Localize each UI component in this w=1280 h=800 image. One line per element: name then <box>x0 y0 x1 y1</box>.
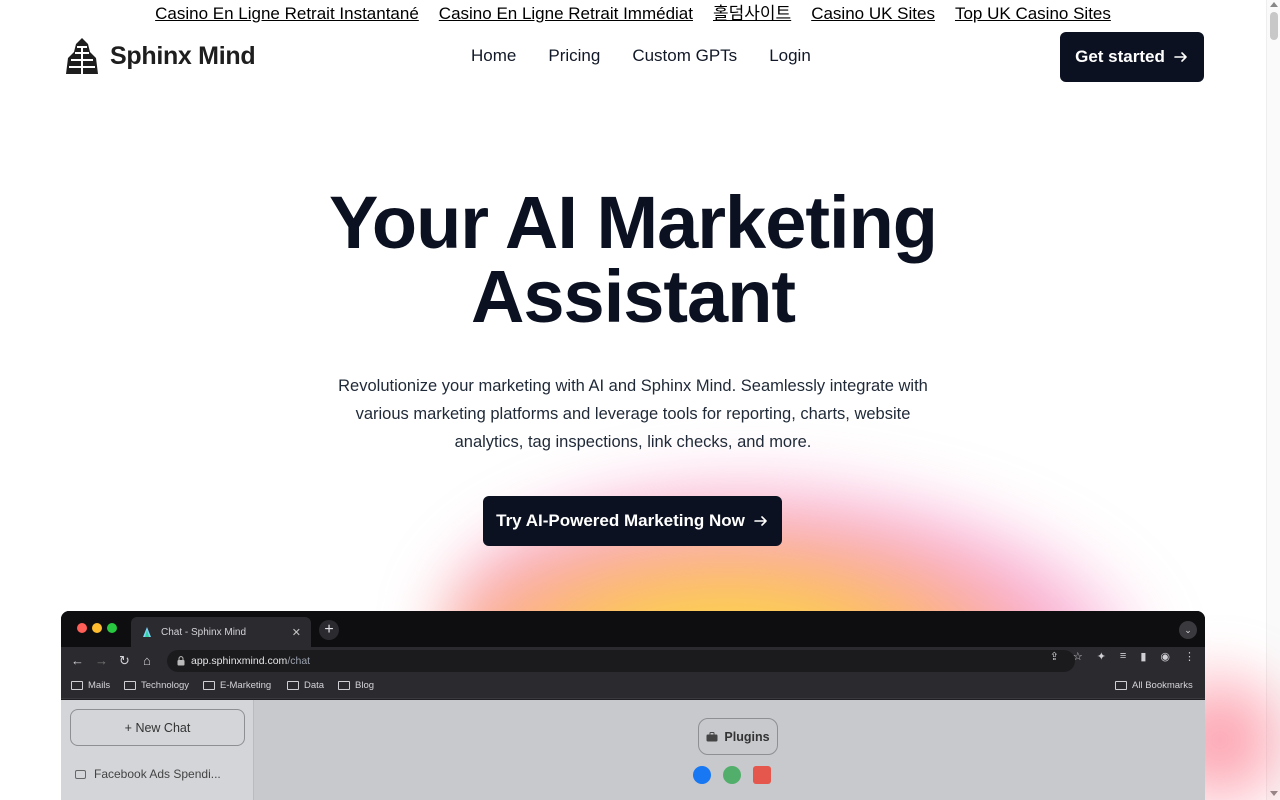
url-text: app.sphinxmind.com/chat <box>191 655 310 667</box>
hero-subtitle: Revolutionize your marketing with AI and… <box>338 377 928 451</box>
chevron-down-icon: ⌄ <box>1179 621 1197 639</box>
hero-title-line1: Your AI Marketing <box>329 181 938 264</box>
get-started-button[interactable]: Get started <box>1060 32 1204 82</box>
arrow-right-icon <box>754 516 767 526</box>
scrollbar-thumb[interactable] <box>1270 12 1278 40</box>
share-icon: ⇪ <box>1049 651 1059 663</box>
arrow-right-icon <box>1174 52 1187 62</box>
top-link[interactable]: Casino En Ligne Retrait Instantané <box>155 0 419 28</box>
bookmark-label: Data <box>304 680 325 691</box>
folder-icon <box>71 681 83 690</box>
top-link[interactable]: Top UK Casino Sites <box>955 0 1111 28</box>
lock-icon <box>177 656 185 666</box>
window-close-dot <box>77 623 87 633</box>
folder-icon <box>338 681 350 690</box>
bookmarks-bar: Mails Technology E-Marketing Data Blog A… <box>61 675 1205 699</box>
sphinx-favicon-icon <box>143 627 151 637</box>
url-path: /chat <box>287 655 311 667</box>
nav-item-login[interactable]: Login <box>769 46 811 66</box>
product-screenshot: Chat - Sphinx Mind ✕ + ⌄ ← → ↻ ⌂ app.sph… <box>61 611 1205 800</box>
new-chat-button: + New Chat <box>70 709 245 746</box>
folder-icon <box>203 681 215 690</box>
home-icon: ⌂ <box>143 653 151 668</box>
plugins-label: Plugins <box>724 729 770 744</box>
bookmark-label: E-Marketing <box>220 680 272 691</box>
nav-item-home[interactable]: Home <box>471 46 516 66</box>
chat-history-item: Facebook Ads Spendi... <box>75 767 221 781</box>
profile-avatar-icon: ◉ <box>1160 651 1170 663</box>
bookmark-folder: E-Marketing <box>203 680 271 691</box>
url-domain: app.sphinxmind.com <box>191 655 288 667</box>
folder-icon <box>124 681 136 690</box>
bookmark-folder: Technology <box>124 680 189 691</box>
briefcase-icon <box>706 731 718 741</box>
reading-list-icon: ≡ <box>1119 650 1127 662</box>
tab-title: Chat - Sphinx Mind <box>161 626 247 638</box>
hero-title-line2: Assistant <box>470 255 796 338</box>
all-bookmarks: All Bookmarks <box>1115 680 1193 691</box>
chat-item-label: Facebook Ads Spendi... <box>94 767 221 781</box>
brand-name: Sphinx Mind <box>110 41 256 70</box>
brand-logo[interactable]: Sphinx Mind <box>62 36 256 76</box>
chart-icon <box>753 766 771 784</box>
sphinx-logo-icon <box>66 38 98 74</box>
all-bookmarks-label: All Bookmarks <box>1132 680 1193 691</box>
chat-bubble-icon <box>75 769 86 779</box>
back-arrow-icon: ← <box>71 653 84 668</box>
try-marketing-button[interactable]: Try AI-Powered Marketing Now <box>483 496 782 546</box>
get-started-label: Get started <box>1075 47 1165 66</box>
puzzle-icon: ✦ <box>1096 651 1106 663</box>
reload-icon: ↻ <box>119 653 130 668</box>
app-preview: + New Chat Facebook Ads Spendi... Plugin… <box>61 700 1205 800</box>
top-link[interactable]: Casino UK Sites <box>811 0 935 28</box>
bookmark-folder: Blog <box>338 680 374 691</box>
top-link[interactable]: 홀덤사이트 <box>713 0 791 28</box>
google-analytics-icon <box>723 766 741 784</box>
plugins-button: Plugins <box>698 718 778 755</box>
window-minimize-dot <box>92 623 102 633</box>
folder-icon <box>1115 681 1127 690</box>
close-icon: ✕ <box>291 626 301 639</box>
facebook-icon <box>693 766 711 784</box>
plugin-icon-row <box>693 766 771 784</box>
top-link[interactable]: Casino En Ligne Retrait Immédiat <box>439 0 693 28</box>
nav-menu: Home Pricing Custom GPTs Login <box>471 46 811 66</box>
sidebar-icon: ▮ <box>1140 651 1147 663</box>
bookmark-label: Technology <box>141 680 190 691</box>
address-bar: app.sphinxmind.com/chat <box>167 650 1075 672</box>
more-vertical-icon: ⋮ <box>1184 651 1195 663</box>
bookmark-label: Mails <box>88 680 111 691</box>
bookmark-folder: Mails <box>71 680 110 691</box>
browser-toolbar: ← → ↻ ⌂ app.sphinxmind.com/chat ⇪ ☆ ✦ ≡ … <box>61 647 1205 675</box>
hero-title: Your AI Marketing Assistant <box>0 186 1266 334</box>
bookmark-label: Blog <box>355 680 375 691</box>
forward-arrow-icon: → <box>95 653 108 668</box>
browser-tab: Chat - Sphinx Mind ✕ <box>131 617 311 647</box>
nav-item-pricing[interactable]: Pricing <box>548 46 600 66</box>
app-sidebar: + New Chat Facebook Ads Spendi... <box>61 700 254 800</box>
nav-item-custom-gpts[interactable]: Custom GPTs <box>632 46 737 66</box>
new-tab-icon: + <box>319 620 339 640</box>
folder-icon <box>287 681 299 690</box>
try-marketing-label: Try AI-Powered Marketing Now <box>496 511 745 530</box>
window-maximize-dot <box>107 623 117 633</box>
browser-tab-row: Chat - Sphinx Mind ✕ + ⌄ <box>61 611 1205 647</box>
browser-extension-icons: ⇪ ☆ ✦ ≡ ▮ ◉ ⋮ <box>1050 650 1195 663</box>
star-icon: ☆ <box>1072 651 1083 663</box>
top-link-bar: Casino En Ligne Retrait Instantané Casin… <box>0 0 1266 28</box>
main-nav: Sphinx Mind Home Pricing Custom GPTs Log… <box>0 30 1266 86</box>
bookmark-folder: Data <box>287 680 324 691</box>
scroll-up-arrow-icon[interactable] <box>1270 2 1278 7</box>
